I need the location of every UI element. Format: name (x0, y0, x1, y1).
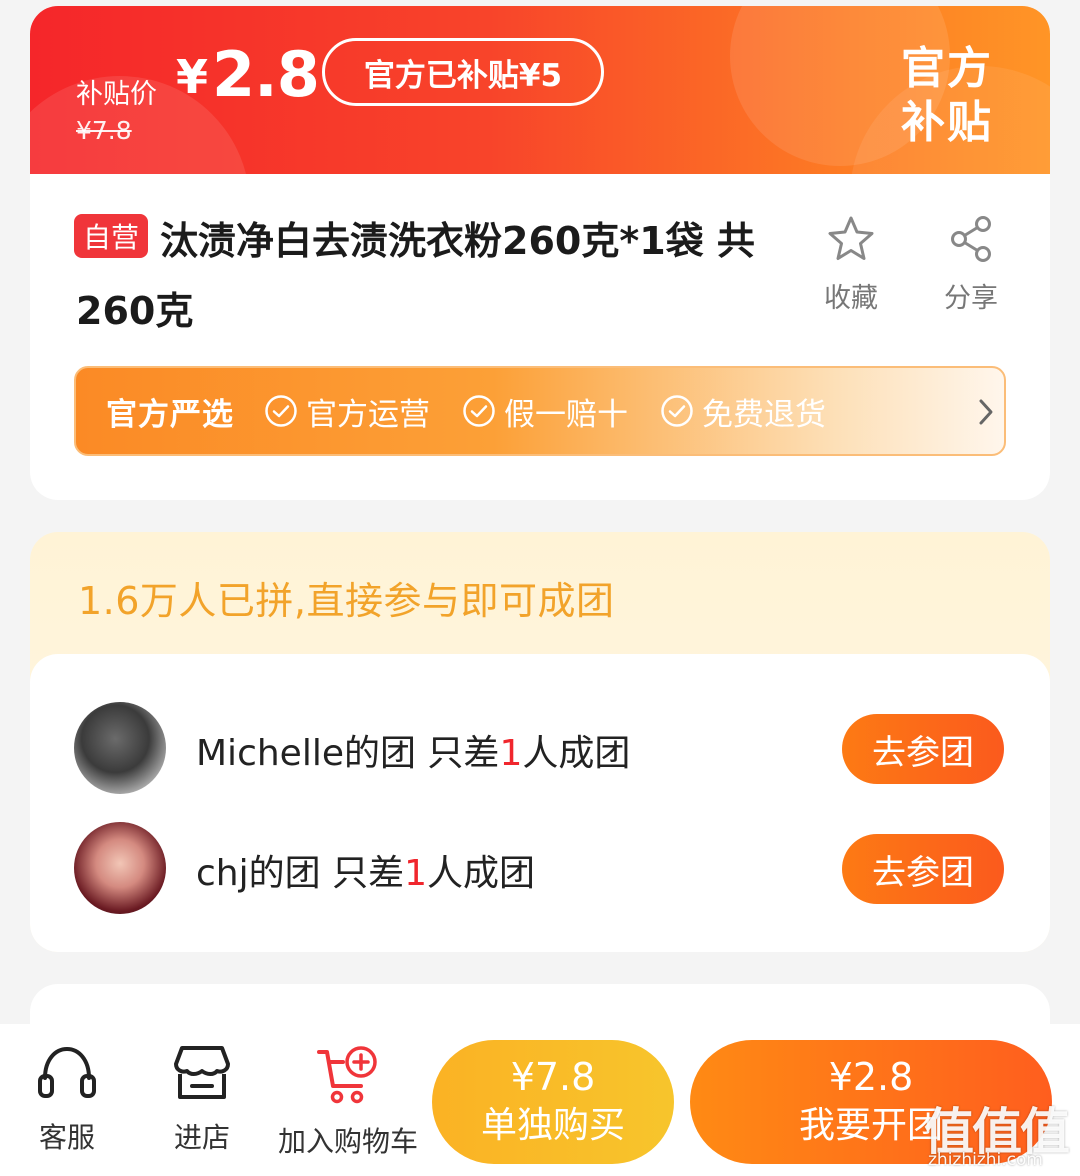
group-need-prefix: 只差 (415, 733, 500, 774)
stamp-line-2: 补贴 (901, 97, 993, 148)
favorite-button[interactable]: 收藏 (806, 214, 896, 315)
group-row-text: chj的团 只差1人成团 (196, 844, 535, 896)
guarantee-item-label: 免费退货 (702, 396, 826, 433)
product-card: 补贴价 ¥ 2.8 ¥7.8 官方已补贴¥5 官方 补贴 自营 汰渍净白去渍洗衣… (30, 6, 1050, 500)
subsidy-amount-pill: 官方已补贴¥5 (322, 38, 604, 106)
store-icon (174, 1046, 230, 1099)
start-group-label: 我要开团 (798, 1105, 943, 1146)
start-group-price: ¥2.8 (828, 1055, 914, 1099)
guarantee-bar[interactable]: 官方严选 官方运营 假一赔十 免费退货 (74, 366, 1006, 456)
group-need-count: 1 (499, 733, 523, 774)
guarantee-item: 官方运营 (264, 389, 430, 434)
buy-alone-label: 单独购买 (480, 1105, 625, 1146)
join-group-button[interactable]: 去参团 (842, 834, 1004, 904)
group-row-text: Michelle的团 只差1人成团 (196, 724, 630, 776)
star-icon (828, 216, 874, 260)
check-circle-icon (265, 395, 297, 427)
check-circle-icon (463, 395, 495, 427)
enter-store-label: 进店 (173, 1121, 230, 1154)
group-row: chj的团 只差1人成团 去参团 (30, 818, 1050, 918)
guarantee-item: 免费退货 (660, 389, 826, 434)
enter-store-button[interactable]: 进店 (157, 1044, 247, 1156)
guarantee-item: 假一赔十 (462, 389, 628, 434)
group-need-count: 1 (404, 853, 427, 894)
stamp-line-1: 官方 (901, 43, 993, 94)
subsidy-banner: 补贴价 ¥ 2.8 ¥7.8 官方已补贴¥5 官方 补贴 (30, 6, 1050, 174)
product-title: 汰渍净白去渍洗衣粉260克*1袋 共260克 (76, 219, 755, 333)
favorite-label: 收藏 (824, 283, 878, 314)
group-buy-headline: 1.6万人已拼,直接参与即可成团 (78, 579, 615, 623)
original-price: ¥7.8 (76, 116, 132, 145)
subsidy-price: 2.8 (212, 38, 320, 111)
cart-add-icon (317, 1046, 377, 1104)
group-owner: chj的团 (196, 853, 321, 894)
avatar (74, 822, 166, 914)
bottom-action-bar: 客服 进店 加入购物车 ¥7.8 单独购买 ¥2.8 我要开团 (0, 1024, 1080, 1176)
group-list: Michelle的团 只差1人成团 去参团 chj的团 只差1人成团 去参团 (30, 654, 1050, 952)
add-to-cart-button[interactable]: 加入购物车 (270, 1044, 426, 1160)
guarantee-title: 官方严选 (106, 396, 234, 433)
buy-alone-price: ¥7.8 (510, 1055, 596, 1099)
guarantee-item-label: 假一赔十 (504, 396, 628, 433)
check-circle-icon (661, 395, 693, 427)
customer-service-button[interactable]: 客服 (22, 1044, 112, 1156)
share-icon (951, 216, 991, 262)
headset-icon (38, 1046, 96, 1098)
share-label: 分享 (944, 283, 998, 314)
subsidy-price-label: 补贴价 (76, 79, 157, 110)
add-to-cart-label: 加入购物车 (277, 1125, 418, 1158)
subsidy-amount-text: 官方已补贴¥5 (363, 57, 563, 94)
subsidy-currency: ¥ (176, 50, 209, 104)
group-owner: Michelle的团 (196, 733, 416, 774)
group-need-suffix: 人成团 (426, 853, 535, 894)
official-subsidy-stamp: 官方 补贴 (892, 42, 1002, 150)
watermark-url: zhizhizhi.com (928, 1150, 1043, 1170)
buy-alone-button[interactable]: ¥7.8 单独购买 (432, 1040, 674, 1164)
share-button[interactable]: 分享 (926, 214, 1016, 315)
avatar (74, 702, 166, 794)
chevron-right-icon (979, 399, 993, 425)
group-buy-card: 1.6万人已拼,直接参与即可成团 Michelle的团 只差1人成团 去参团 c… (30, 532, 1050, 952)
group-need-prefix: 只差 (320, 853, 405, 894)
customer-service-label: 客服 (38, 1121, 95, 1154)
join-group-button[interactable]: 去参团 (842, 714, 1004, 784)
group-row: Michelle的团 只差1人成团 去参团 (30, 698, 1050, 798)
group-need-suffix: 人成团 (522, 733, 631, 774)
guarantee-item-label: 官方运营 (306, 396, 430, 433)
